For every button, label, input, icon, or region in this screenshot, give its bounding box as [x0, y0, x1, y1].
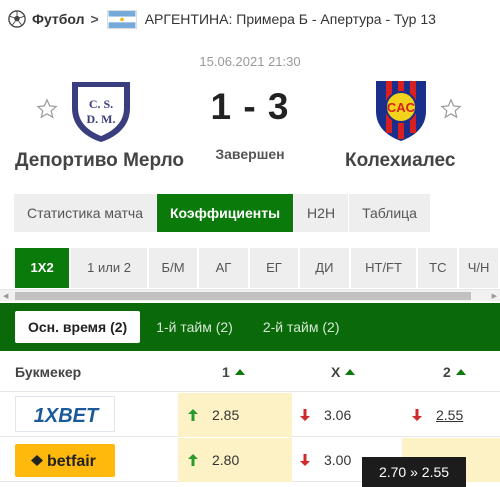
market-tabs: 1X2 1 или 2 Б/М АГ ЕГ ДИ HT/FT ТС Ч/Н [0, 248, 500, 288]
arrow-up-icon [188, 409, 198, 421]
odds-value: 3.06 [324, 407, 352, 423]
arrow-up-icon [188, 454, 198, 466]
breadcrumb-league-link[interactable]: АРГЕНТИНА: Примера Б - Апертура - Тур 13 [145, 11, 436, 27]
table-row: 1XBET 2.85 3.06 2.55 [0, 393, 500, 437]
bookmaker-name: betfair [47, 453, 96, 470]
1xbet-logo-icon: 1XBET [34, 405, 100, 427]
tab-odds[interactable]: Коэффициенты [157, 194, 294, 232]
odds-history-tooltip: 2.70 » 2.55 [362, 457, 466, 487]
bookmaker-logo-1xbet[interactable]: 1XBET [15, 396, 115, 432]
odds-table-header: Букмекер 1 X 2 [0, 352, 500, 392]
main-tabs: Статистика матча Коэффициенты H2H Таблиц… [14, 194, 431, 232]
bookmaker-logo-betfair[interactable]: betfair [15, 444, 115, 477]
odds-cell-1[interactable]: 2.80 [178, 438, 292, 482]
period-tabs: Осн. время (2) 1-й тайм (2) 2-й тайм (2) [0, 303, 500, 351]
market-tab-correct-score[interactable]: ТС [418, 248, 458, 288]
scroll-left-arrow-icon[interactable]: ◀ [3, 292, 8, 300]
period-tab-first-half[interactable]: 1-й тайм (2) [156, 319, 233, 335]
tab-standings[interactable]: Таблица [349, 194, 430, 232]
match-score: 1 - 3 [210, 86, 290, 127]
arrow-down-icon [300, 409, 310, 421]
sort-triangle-icon [345, 369, 356, 375]
match-datetime: 15.06.2021 21:30 [199, 54, 301, 69]
breadcrumb: Футбол > АРГЕНТИНА: Примера Б - Апертура… [0, 0, 500, 38]
arrow-down-icon [412, 409, 422, 421]
arrow-down-icon [300, 454, 310, 466]
home-team-name[interactable]: Депортиво Мерло [15, 150, 184, 172]
odds-cell-1[interactable]: 2.85 [178, 393, 292, 437]
period-tab-second-half[interactable]: 2-й тайм (2) [263, 319, 340, 335]
odds-cell-2[interactable]: 2.55 [402, 393, 500, 437]
betfair-logo-icon: betfair [31, 453, 96, 470]
sort-triangle-icon [455, 369, 466, 375]
market-tab-handicap[interactable]: АГ [199, 248, 248, 288]
breadcrumb-sport-link[interactable]: Футбол [32, 11, 85, 27]
sort-triangle-icon [234, 369, 245, 375]
header-col-2[interactable]: 2 [443, 364, 466, 380]
tab-match-stats[interactable]: Статистика матча [14, 194, 157, 232]
market-tab-ht-ft[interactable]: HT/FT [350, 248, 417, 288]
scrollbar-thumb[interactable] [15, 292, 471, 300]
header-bookmaker: Букмекер [15, 364, 82, 380]
argentina-flag-icon [106, 9, 137, 29]
odds-value: 2.85 [212, 407, 240, 423]
bookmaker-name: 1XBET [34, 405, 100, 427]
scroll-right-arrow-icon[interactable]: ▶ [492, 292, 497, 300]
header-col-x-label: X [331, 364, 341, 380]
header-col-2-label: 2 [443, 364, 451, 380]
odds-value: 3.00 [324, 452, 352, 468]
away-team-name[interactable]: Колехиалес [345, 150, 455, 172]
market-tab-european-handicap[interactable]: ЕГ [249, 248, 299, 288]
soccer-ball-icon [8, 10, 26, 28]
market-tab-1x2[interactable]: 1X2 [15, 248, 70, 288]
header-col-1-label: 1 [222, 364, 230, 380]
odds-cell-x[interactable]: 3.06 [290, 393, 402, 437]
header-col-x[interactable]: X [331, 364, 356, 380]
odds-value: 2.55 [436, 407, 464, 423]
market-tab-odd-even[interactable]: Ч/Н [459, 248, 498, 288]
horizontal-scrollbar[interactable]: ◀ ▶ [0, 289, 500, 301]
market-tab-over-under[interactable]: Б/М [148, 248, 198, 288]
breadcrumb-separator: > [90, 11, 99, 27]
market-tab-1or2[interactable]: 1 или 2 [71, 248, 147, 288]
market-tab-double-chance[interactable]: ДИ [300, 248, 349, 288]
header-col-1[interactable]: 1 [222, 364, 245, 380]
period-tab-full-time[interactable]: Осн. время (2) [15, 311, 141, 343]
odds-value: 2.80 [212, 452, 240, 468]
tab-h2h[interactable]: H2H [294, 194, 349, 232]
